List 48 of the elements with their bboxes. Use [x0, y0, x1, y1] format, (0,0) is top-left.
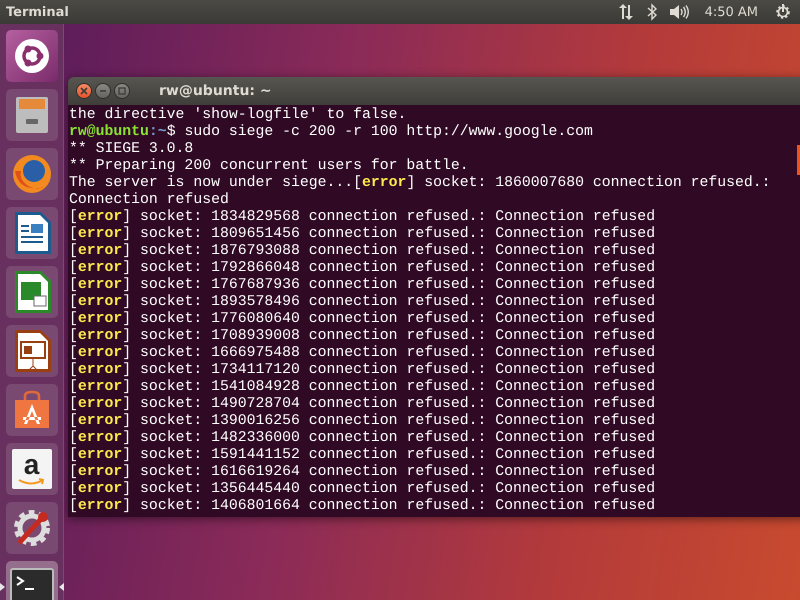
terminal-line: [error] socket: 1591441152 connection refused.: Connection refused	[69, 447, 656, 464]
volume-icon[interactable]	[668, 3, 689, 21]
terminal-line: [error] socket: 1734117120 connection refused.: Connection refused	[69, 362, 656, 379]
terminal-line: rw@ubuntu:~$ sudo siege -c 200 -r 100 http://www.google.com	[69, 124, 593, 141]
terminal-line: [error] socket: 1356445440 connection refused.: Connection refused	[69, 481, 656, 498]
minimize-button[interactable]	[95, 83, 111, 99]
maximize-icon	[118, 87, 126, 95]
terminal-line: the directive 'show-logfile' to false.	[69, 107, 406, 124]
close-icon	[80, 87, 88, 95]
maximize-button[interactable]	[114, 83, 130, 99]
terminal-line: [error] socket: 1616619264 connection refused.: Connection refused	[69, 464, 656, 481]
network-arrows-icon[interactable]	[616, 3, 635, 21]
launcher-item[interactable]	[6, 325, 58, 377]
terminal-line: [error] socket: 1893578496 connection refused.: Connection refused	[69, 294, 656, 311]
terminal-line: [error] socket: 1834829568 connection refused.: Connection refused	[69, 209, 656, 226]
launcher-item[interactable]	[6, 30, 58, 82]
scrollbar-thumb[interactable]	[797, 145, 800, 175]
terminal-line: Connection refused	[69, 192, 229, 209]
launcher-item[interactable]	[6, 266, 58, 318]
amazon-tile-icon: a	[12, 449, 52, 489]
terminal-line: [error] socket: 1767687936 connection refused.: Connection refused	[69, 277, 656, 294]
settings-icon[interactable]	[774, 3, 792, 21]
window-title: rw@ubuntu: ~	[159, 83, 272, 99]
terminal-icon	[10, 567, 54, 600]
terminal-line: [error] socket: 1708939008 connection refused.: Connection refused	[69, 328, 656, 345]
launcher-item[interactable]	[6, 207, 58, 259]
terminal-line: [error] socket: 1541084928 connection refused.: Connection refused	[69, 379, 656, 396]
terminal-line: [error] socket: 1776080640 connection refused.: Connection refused	[69, 311, 656, 328]
bluetooth-icon[interactable]	[646, 3, 657, 21]
terminal-line: [error] socket: 1482336000 connection refused.: Connection refused	[69, 430, 656, 447]
launcher-item[interactable]: a	[6, 443, 58, 495]
terminal-line: [error] socket: 1390016256 connection refused.: Connection refused	[69, 413, 656, 430]
terminal-line: [error] socket: 1406801664 connection refused.: Connection refused	[69, 498, 656, 515]
app-title: Terminal	[6, 4, 69, 20]
launcher-item[interactable]	[6, 561, 58, 600]
close-button[interactable]	[76, 83, 92, 99]
terminal-line: [error] socket: 1490728704 connection refused.: Connection refused	[69, 396, 656, 413]
terminal-line: [error] socket: 1666975488 connection refused.: Connection refused	[69, 345, 656, 362]
terminal-line: The server is now under siege...[error] socket: 1860007680 connection refused.:	[69, 175, 771, 192]
terminal-line: ** SIEGE 3.0.8	[69, 141, 194, 158]
terminal-line: [error] socket: 1809651456 connection refused.: Connection refused	[69, 226, 656, 243]
terminal-line: [error] socket: 1792866048 connection refused.: Connection refused	[69, 260, 656, 277]
browser-globe-icon	[10, 153, 52, 195]
terminal-line: [error] socket: 1876793088 connection refused.: Connection refused	[69, 243, 656, 260]
launcher-item[interactable]	[6, 384, 58, 436]
terminal-line: ** Preparing 200 concurrent users for battle.	[69, 158, 469, 175]
clock[interactable]: 4:50 AM	[704, 4, 758, 20]
minimize-icon	[99, 87, 107, 95]
